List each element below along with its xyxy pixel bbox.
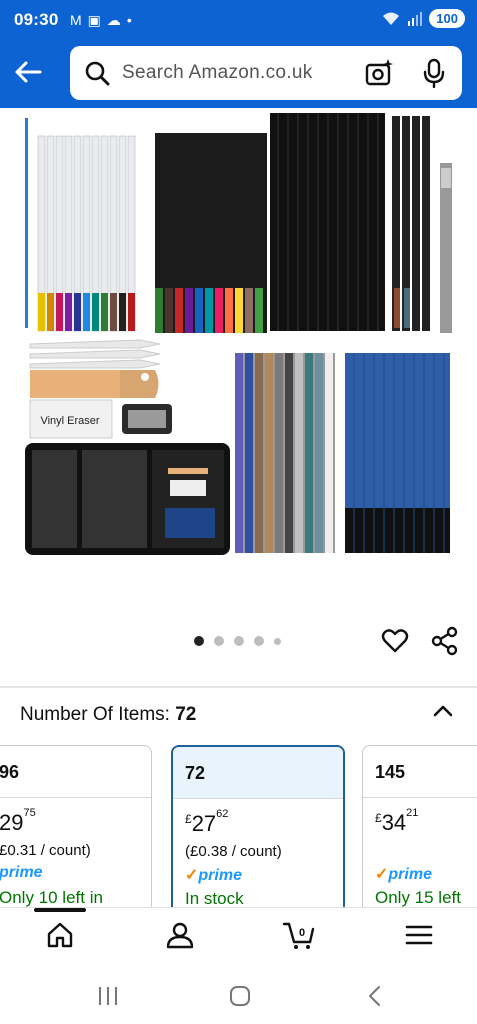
- prime-check-icon: ✓: [375, 866, 389, 883]
- system-back-icon[interactable]: [362, 983, 388, 1009]
- colored-pencils: [155, 133, 267, 333]
- prime-badge: prime: [0, 864, 43, 881]
- metallic-pencils: [235, 353, 335, 553]
- carousel-dot[interactable]: [234, 636, 244, 646]
- variant-per-count: £0.31 / count): [0, 842, 91, 859]
- variant-price: £3421: [375, 806, 419, 835]
- cart-icon[interactable]: 0: [282, 920, 316, 950]
- stock-status: Only 10 left in: [0, 888, 103, 907]
- variant-price: £2762: [185, 807, 229, 836]
- stock-status: In stock: [185, 889, 244, 907]
- system-navigation-bar: [0, 965, 477, 1024]
- variant-option-72[interactable]: 72 £2762 (£0.38 / count) ✓prime In stock: [171, 745, 345, 907]
- carousel-dot-active[interactable]: [194, 636, 204, 646]
- variant-price: 2975: [0, 806, 36, 835]
- variant-option-145[interactable]: 145 £3421 ✓prime Only 15 left: [362, 745, 477, 907]
- wifi-icon: [383, 12, 400, 25]
- vinyl-eraser: Vinyl Eraser: [29, 399, 113, 439]
- charcoal-pencils: [270, 113, 385, 331]
- section-divider: [0, 686, 477, 688]
- variant-option-96[interactable]: 96 2975 £0.31 / count) prime Only 10 lef…: [0, 745, 152, 907]
- image-carousel-dots[interactable]: [194, 636, 281, 646]
- sandpaper-block: [30, 370, 159, 398]
- eraser-label: Vinyl Eraser: [40, 415, 99, 427]
- home-icon[interactable]: [45, 920, 75, 950]
- prime-badge: ✓prime: [375, 866, 432, 883]
- graphite-sticks: [392, 116, 452, 333]
- dot-icon: •: [126, 12, 132, 28]
- menu-icon[interactable]: [404, 920, 434, 950]
- search-placeholder: Search Amazon.co.uk: [122, 62, 313, 83]
- svg-text:0: 0: [299, 927, 305, 939]
- active-tab-indicator: [34, 908, 86, 912]
- chevron-up-icon[interactable]: [432, 700, 454, 722]
- status-right: 100: [381, 9, 465, 28]
- status-time: 09:30: [14, 10, 59, 29]
- battery-indicator: 100: [429, 9, 465, 28]
- home-button-icon[interactable]: [227, 983, 253, 1009]
- heart-icon[interactable]: [381, 627, 409, 655]
- search-icon: [85, 61, 110, 86]
- search-input[interactable]: Search Amazon.co.uk: [70, 46, 462, 100]
- notification-icons: M ▣ ☁ •: [70, 10, 132, 30]
- signal-icon: [408, 11, 423, 26]
- blending-stumps: [29, 339, 161, 369]
- product-image[interactable]: Vinyl Eraser: [20, 108, 460, 568]
- account-icon[interactable]: [165, 920, 195, 950]
- variant-per-count: (£0.38 / count): [185, 843, 282, 860]
- bottom-navigation: 0: [0, 907, 477, 965]
- carousel-dot[interactable]: [274, 637, 281, 645]
- variant-label: Number Of Items:: [20, 704, 170, 725]
- screen-mirror-icon: ▣: [87, 12, 101, 28]
- back-arrow-icon[interactable]: [12, 56, 44, 88]
- carry-case: [25, 443, 230, 555]
- variant-option-title: 72: [173, 747, 343, 799]
- variant-option-title: 96: [0, 746, 151, 798]
- sketch-pencils: [345, 353, 450, 553]
- variant-selected-value: 72: [175, 704, 197, 725]
- cloud-icon: ☁: [106, 12, 121, 28]
- sharpener: [122, 404, 172, 434]
- share-icon[interactable]: [430, 626, 460, 656]
- prime-check-icon: ✓: [185, 867, 199, 884]
- carousel-dot[interactable]: [254, 636, 264, 646]
- carousel-dot[interactable]: [214, 636, 224, 646]
- variant-options: 96 2975 £0.31 / count) prime Only 10 lef…: [0, 745, 477, 907]
- stock-status: Only 15 left: [375, 888, 461, 907]
- status-bar: 09:30 M ▣ ☁ • 100: [0, 0, 477, 40]
- prime-badge: ✓prime: [185, 867, 242, 884]
- camera-search-icon[interactable]: [364, 58, 394, 88]
- watercolor-pencils: [25, 118, 136, 332]
- microphone-icon[interactable]: [420, 58, 448, 88]
- variant-selector-title: Number Of Items: 72: [20, 704, 196, 726]
- recent-apps-icon[interactable]: [95, 983, 121, 1009]
- gmail-icon: M: [70, 12, 82, 28]
- variant-option-title: 145: [363, 746, 477, 798]
- search-header: Search Amazon.co.uk: [0, 40, 477, 108]
